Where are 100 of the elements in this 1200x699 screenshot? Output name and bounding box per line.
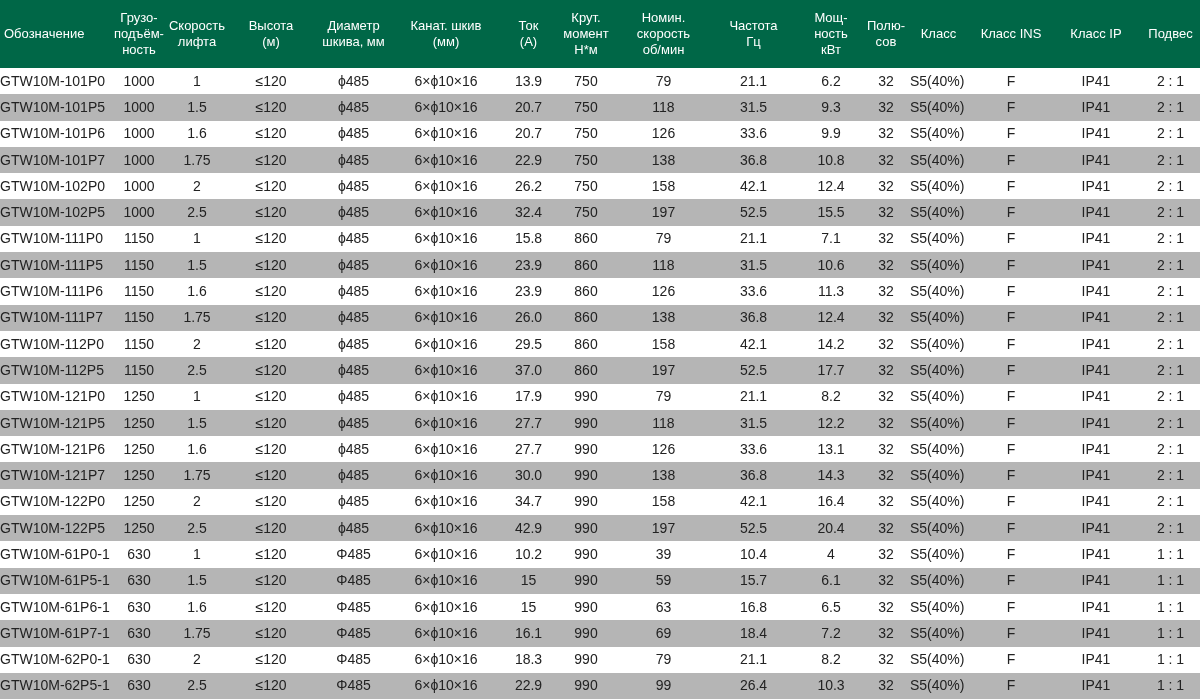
table-cell: 12.4: [796, 173, 866, 200]
table-cell: ≤120: [226, 225, 316, 253]
table-cell: ϕ485: [316, 330, 391, 358]
table-cell: S5(40%): [906, 225, 971, 253]
table-cell: GTW10M-62P0-1: [0, 646, 110, 673]
table-cell: 6×ϕ10×16: [391, 304, 501, 331]
table-cell: ϕ485: [316, 120, 391, 147]
table-cell: IP41: [1051, 409, 1141, 437]
table-cell: 990: [556, 515, 616, 542]
table-cell: F: [971, 620, 1051, 647]
table-cell: 197: [616, 515, 711, 542]
table-cell: 32: [866, 488, 906, 516]
column-header: Обозначение: [0, 0, 110, 68]
table-cell: ϕ485: [316, 146, 391, 174]
table-cell: F: [971, 225, 1051, 253]
table-cell: IP41: [1051, 94, 1141, 121]
table-cell: ≤120: [226, 436, 316, 463]
table-cell: F: [971, 488, 1051, 516]
table-cell: ϕ485: [316, 436, 391, 463]
table-cell: F: [971, 304, 1051, 331]
table-cell: ϕ485: [316, 488, 391, 516]
table-cell: 32: [866, 146, 906, 174]
table-cell: 6×ϕ10×16: [391, 383, 501, 410]
table-cell: 2 : 1: [1141, 488, 1200, 516]
table-cell: GTW10M-111P5: [0, 252, 110, 279]
table-cell: ϕ485: [316, 252, 391, 279]
table-cell: S5(40%): [906, 567, 971, 594]
table-cell: ≤120: [226, 68, 316, 95]
table-cell: 1 : 1: [1141, 620, 1200, 647]
table-cell: 860: [556, 330, 616, 358]
table-cell: ≤120: [226, 409, 316, 437]
table-cell: 21.1: [711, 225, 796, 253]
column-header: Грузо- подъём- ность: [110, 0, 168, 68]
table-cell: ≤120: [226, 462, 316, 489]
table-cell: 15.8: [501, 225, 556, 253]
column-header: Канат. шкив (мм): [391, 0, 501, 68]
table-cell: 12.4: [796, 304, 866, 331]
table-cell: 6×ϕ10×16: [391, 593, 501, 621]
table-cell: 630: [110, 541, 168, 568]
table-cell: 2 : 1: [1141, 199, 1200, 226]
table-cell: 126: [616, 436, 711, 463]
table-cell: Φ485: [316, 646, 391, 673]
table-cell: 10.6: [796, 252, 866, 279]
table-cell: 1000: [110, 120, 168, 147]
table-cell: 32: [866, 278, 906, 305]
table-cell: 21.1: [711, 68, 796, 95]
table-cell: 860: [556, 252, 616, 279]
table-cell: ≤120: [226, 94, 316, 121]
table-cell: IP41: [1051, 620, 1141, 647]
column-header: Полю- сов: [866, 0, 906, 68]
table-cell: 31.5: [711, 409, 796, 437]
table-cell: 1150: [110, 252, 168, 279]
table-cell: S5(40%): [906, 357, 971, 384]
table-cell: GTW10M-121P5: [0, 409, 110, 437]
table-cell: 69: [616, 620, 711, 647]
table-cell: 1.5: [168, 409, 226, 437]
table-cell: GTW10M-112P5: [0, 357, 110, 384]
table-cell: 1.75: [168, 304, 226, 331]
table-cell: 6×ϕ10×16: [391, 488, 501, 516]
table-cell: 1150: [110, 278, 168, 305]
table-cell: ≤120: [226, 567, 316, 594]
table-cell: 2 : 1: [1141, 330, 1200, 358]
table-cell: 32: [866, 173, 906, 200]
table-cell: 1: [168, 383, 226, 410]
table-cell: 630: [110, 620, 168, 647]
table-cell: 6×ϕ10×16: [391, 646, 501, 673]
table-cell: 1150: [110, 330, 168, 358]
table-cell: ≤120: [226, 383, 316, 410]
table-cell: GTW10M-121P7: [0, 462, 110, 489]
table-cell: IP41: [1051, 252, 1141, 279]
table-cell: 860: [556, 225, 616, 253]
table-cell: 1.75: [168, 620, 226, 647]
table-cell: 21.1: [711, 646, 796, 673]
table-cell: GTW10M-61P6-1: [0, 593, 110, 621]
table-cell: F: [971, 567, 1051, 594]
table-cell: 6×ϕ10×16: [391, 252, 501, 279]
table-cell: GTW10M-61P7-1: [0, 620, 110, 647]
table-cell: 1000: [110, 146, 168, 174]
table-cell: 10.4: [711, 541, 796, 568]
table-cell: 2 : 1: [1141, 304, 1200, 331]
table-cell: F: [971, 330, 1051, 358]
table-cell: ≤120: [226, 173, 316, 200]
table-cell: ϕ485: [316, 94, 391, 121]
table-cell: IP41: [1051, 173, 1141, 200]
table-cell: 32: [866, 304, 906, 331]
table-cell: 42.1: [711, 173, 796, 200]
table-cell: 79: [616, 383, 711, 410]
table-cell: ϕ485: [316, 225, 391, 253]
table-cell: GTW10M-102P0: [0, 173, 110, 200]
table-cell: GTW10M-101P6: [0, 120, 110, 147]
table-cell: 31.5: [711, 252, 796, 279]
table-cell: 18.3: [501, 646, 556, 673]
table-cell: 6.1: [796, 567, 866, 594]
table-cell: 990: [556, 541, 616, 568]
table-cell: 27.7: [501, 436, 556, 463]
table-cell: ϕ485: [316, 515, 391, 542]
table-cell: 138: [616, 462, 711, 489]
table-cell: Φ485: [316, 620, 391, 647]
table-cell: 52.5: [711, 515, 796, 542]
table-cell: IP41: [1051, 330, 1141, 358]
